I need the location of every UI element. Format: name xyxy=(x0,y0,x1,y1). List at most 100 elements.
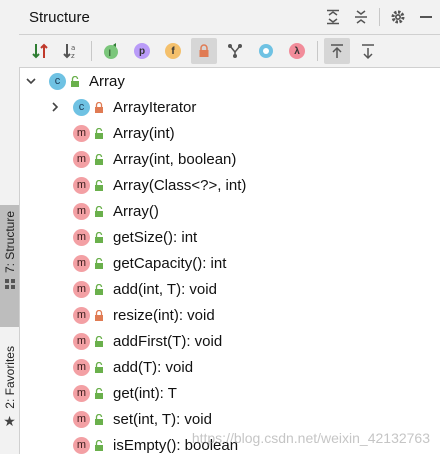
tree-item-label: addFirst(T): void xyxy=(113,332,223,350)
class-icon: c xyxy=(49,72,66,90)
tree-item[interactable]: m getCapacity(): int xyxy=(19,250,440,276)
method-icon: m xyxy=(73,254,90,272)
watermark: https://blog.csdn.net/weixin_42132763 xyxy=(191,430,430,446)
public-lock-icon xyxy=(93,335,105,347)
method-icon: m xyxy=(73,150,90,168)
svg-text:a: a xyxy=(71,44,75,52)
autoscroll-to-source-icon[interactable] xyxy=(324,38,350,64)
tree-item[interactable]: m set(int, T): void xyxy=(19,406,440,432)
tree-item-label: Array(int, boolean) xyxy=(113,150,237,168)
tree-item[interactable]: m Array() xyxy=(19,198,440,224)
show-anonymous-classes-icon[interactable] xyxy=(253,38,279,64)
panel-title: Structure xyxy=(29,8,90,26)
show-includes-icon[interactable] xyxy=(222,38,248,64)
method-icon: m xyxy=(73,436,90,454)
public-lock-icon xyxy=(69,75,81,87)
method-icon: m xyxy=(73,124,90,142)
tree-item[interactable]: m Array(int, boolean) xyxy=(19,146,440,172)
structure-tab-icon xyxy=(4,277,16,295)
tree-item-label: get(int): T xyxy=(113,384,177,402)
public-lock-icon xyxy=(93,361,105,373)
private-lock-icon xyxy=(93,309,105,321)
show-non-public-icon[interactable] xyxy=(191,38,217,64)
tree-item-label: set(int, T): void xyxy=(113,410,212,428)
tree-item[interactable]: m Array(Class<?>, int) xyxy=(19,172,440,198)
method-icon: m xyxy=(73,410,90,428)
collapse-all-icon[interactable] xyxy=(347,3,375,31)
public-lock-icon xyxy=(93,205,105,217)
tree-item-label: add(T): void xyxy=(113,358,194,376)
method-icon: m xyxy=(73,358,90,376)
tree-item-label: resize(int): void xyxy=(113,306,215,324)
tree-item[interactable]: m addFirst(T): void xyxy=(19,328,440,354)
tree-item[interactable]: m resize(int): void xyxy=(19,302,440,328)
tree-item[interactable]: c ArrayIterator xyxy=(19,94,440,120)
side-tab-favorites[interactable]: 2: Favorites ★ xyxy=(0,342,19,442)
tree-item[interactable]: m get(int): T xyxy=(19,380,440,406)
autoscroll-from-source-icon[interactable] xyxy=(355,38,381,64)
method-icon: m xyxy=(73,202,90,220)
side-tab-structure-label: 7: Structure xyxy=(2,211,17,274)
tree-item[interactable]: m getSize(): int xyxy=(19,224,440,250)
hide-panel-icon[interactable] xyxy=(412,3,440,31)
public-lock-icon xyxy=(93,413,105,425)
method-icon: m xyxy=(73,384,90,402)
public-lock-icon xyxy=(93,387,105,399)
public-lock-icon xyxy=(93,231,105,243)
sort-by-visibility-icon[interactable] xyxy=(27,38,53,64)
method-icon: m xyxy=(73,332,90,350)
public-lock-icon xyxy=(93,439,105,451)
chevron-right-icon[interactable] xyxy=(47,99,63,115)
tree-item[interactable]: m add(T): void xyxy=(19,354,440,380)
show-inherited-icon[interactable]: I xyxy=(98,38,124,64)
class-icon: c xyxy=(73,98,90,116)
tree-item-label: getCapacity(): int xyxy=(113,254,227,272)
svg-text:z: z xyxy=(71,52,75,60)
star-icon: ★ xyxy=(3,412,16,429)
tree-root-array[interactable]: c Array xyxy=(19,68,440,94)
panel-header: Structure xyxy=(19,0,440,35)
structure-tree: c Array c ArrayIterator m Array(int) m Array(… xyxy=(19,68,440,454)
left-tool-strip: 7: Structure 2: Favorites ★ xyxy=(0,0,20,454)
show-properties-icon[interactable]: p xyxy=(129,38,155,64)
sort-alphabetically-icon[interactable]: az xyxy=(58,38,84,64)
tree-item[interactable]: m Array(int) xyxy=(19,120,440,146)
show-lambdas-icon[interactable]: λ xyxy=(284,38,310,64)
public-lock-icon xyxy=(93,257,105,269)
side-tab-structure[interactable]: 7: Structure xyxy=(0,205,19,327)
svg-text:I: I xyxy=(109,49,112,59)
show-fields-icon[interactable]: f xyxy=(160,38,186,64)
tree-item-label: Array xyxy=(89,72,125,90)
method-icon: m xyxy=(73,280,90,298)
public-lock-icon xyxy=(93,127,105,139)
public-lock-icon xyxy=(93,283,105,295)
tree-item-label: Array() xyxy=(113,202,159,220)
method-icon: m xyxy=(73,228,90,246)
tree-item-label: Array(int) xyxy=(113,124,175,142)
structure-toolbar: az I p f λ xyxy=(19,35,440,68)
expand-all-icon[interactable] xyxy=(319,3,347,31)
tree-item-label: ArrayIterator xyxy=(113,98,197,116)
structure-panel: Structure az I p f λ c Array c ArrayIter… xyxy=(19,0,440,454)
gear-icon[interactable] xyxy=(384,3,412,31)
public-lock-icon xyxy=(93,153,105,165)
method-icon: m xyxy=(73,306,90,324)
tree-item-label: getSize(): int xyxy=(113,228,198,246)
side-tab-favorites-label: 2: Favorites xyxy=(2,346,17,409)
chevron-down-icon[interactable] xyxy=(23,73,39,89)
public-lock-icon xyxy=(93,179,105,191)
tree-item[interactable]: m add(int, T): void xyxy=(19,276,440,302)
